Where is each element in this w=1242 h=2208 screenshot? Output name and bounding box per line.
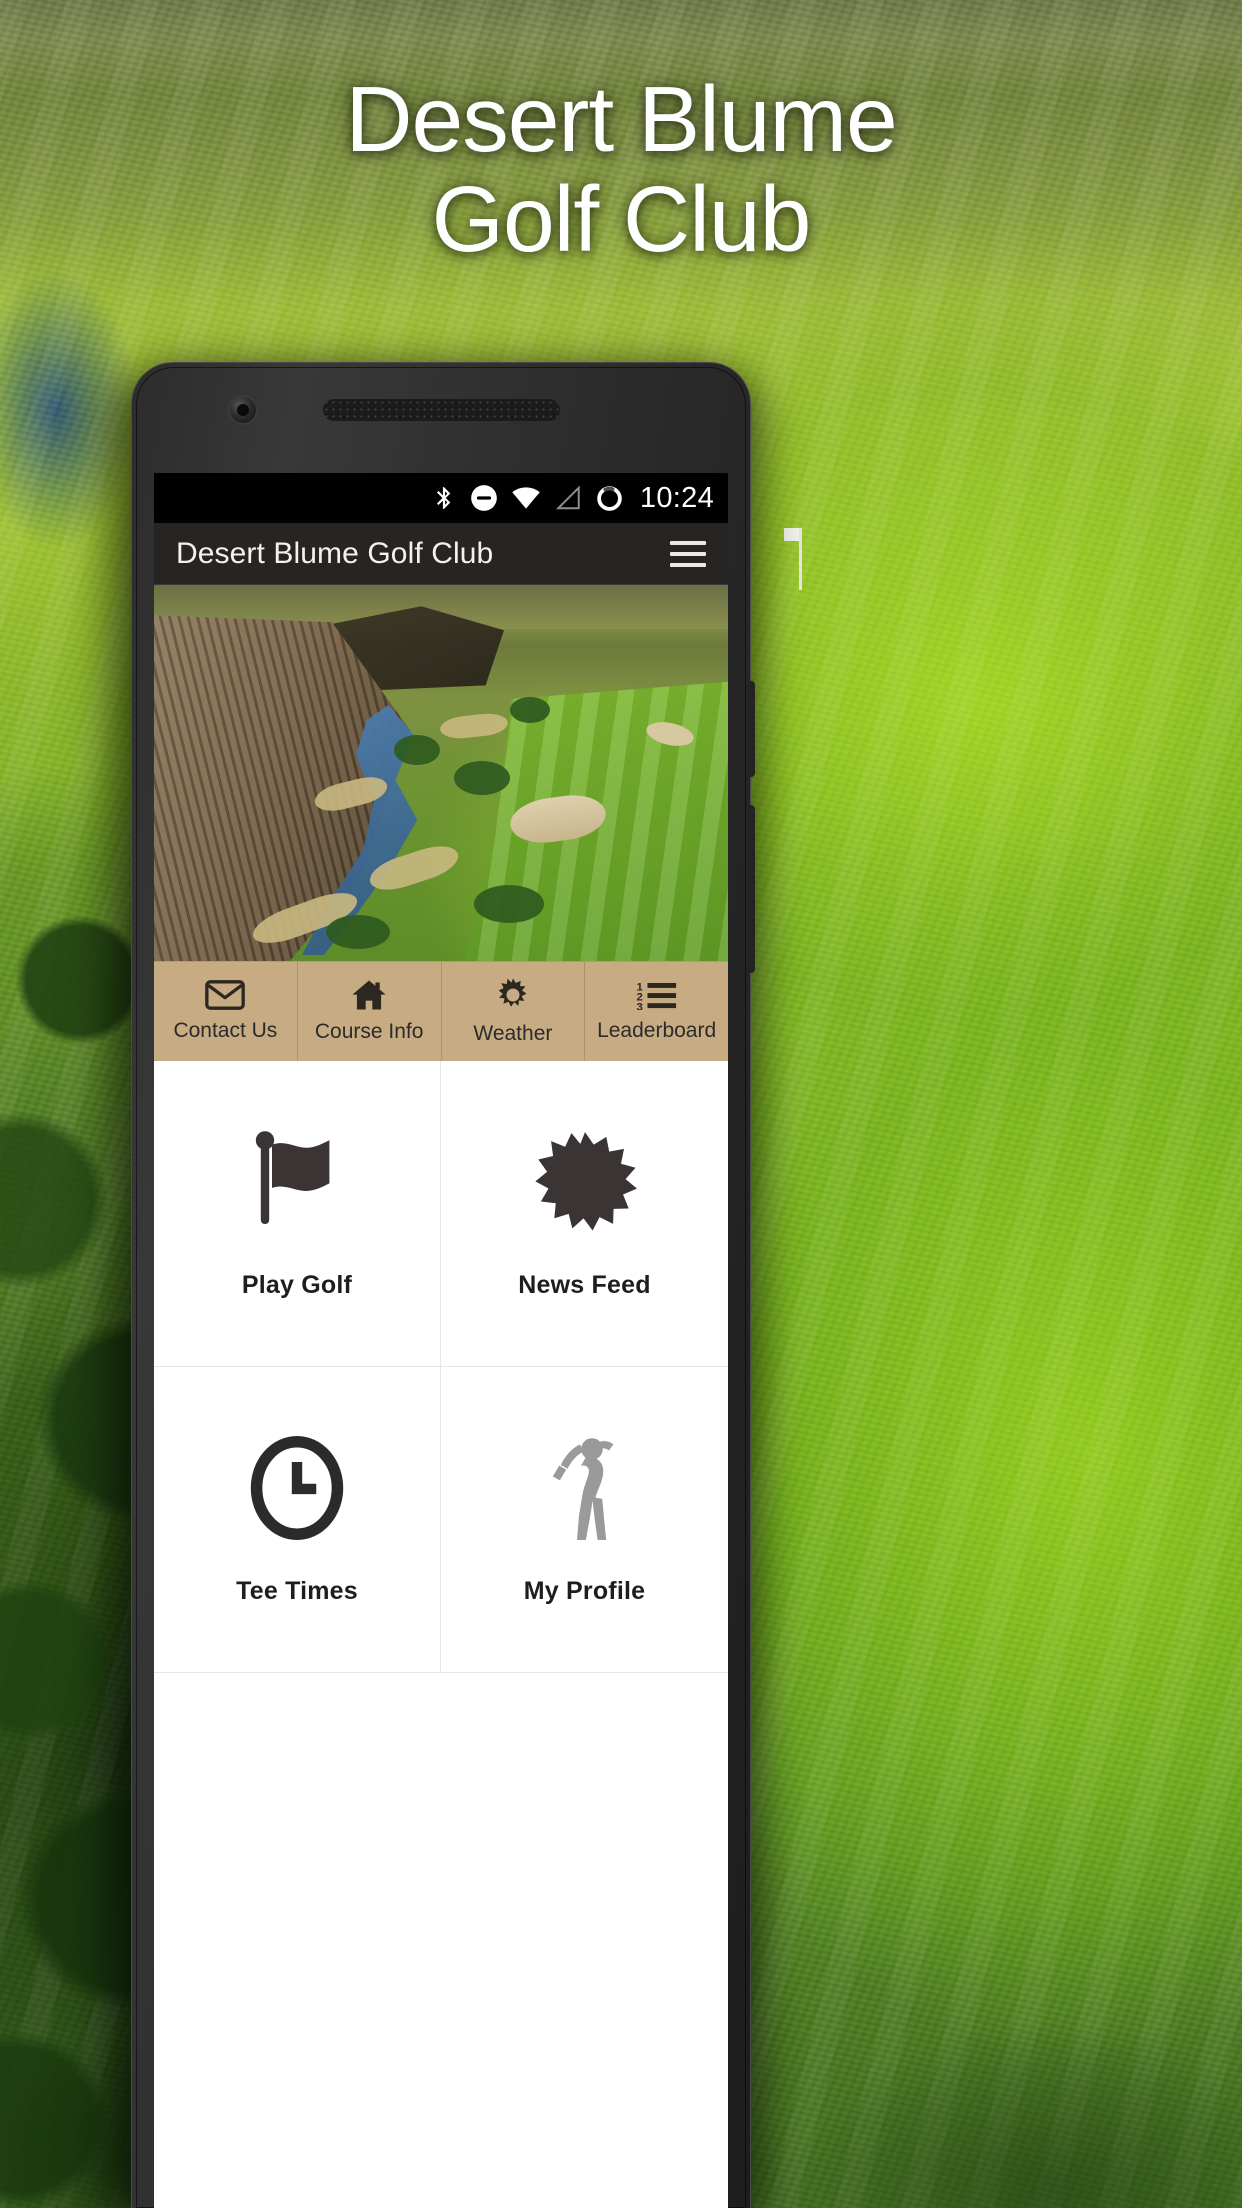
cell-signal-empty-icon: [554, 485, 582, 511]
envelope-icon: [205, 980, 246, 1010]
front-camera-icon: [230, 397, 256, 423]
tile-tee-times[interactable]: Tee Times: [154, 1367, 441, 1673]
bluetooth-icon: [431, 483, 457, 513]
numbered-list-icon: 1 2 3: [636, 980, 678, 1010]
hero-title: Desert Blume Golf Club: [0, 73, 1242, 271]
phone-volume-button[interactable]: [748, 805, 755, 973]
do-not-disturb-icon: [470, 484, 498, 512]
tile-label: My Profile: [523, 1577, 646, 1605]
quick-nav-item-course-info[interactable]: Course Info: [298, 962, 442, 1061]
status-bar: 10:24: [154, 473, 728, 523]
tile-label: News Feed: [518, 1271, 651, 1299]
hero-title-line-2: Golf Club: [431, 166, 812, 271]
phone-mockup: 10:24 Desert Blume Golf Club Contact Us …: [131, 362, 755, 2208]
golf-flag-icon: [251, 1127, 343, 1237]
home-tile-grid: Play Golf News Feed Tee Times My Profile: [154, 1061, 728, 1673]
tile-play-golf[interactable]: Play Golf: [154, 1061, 441, 1367]
tile-news-feed[interactable]: News Feed: [441, 1061, 728, 1367]
course-hero-image: [154, 585, 728, 961]
course-pin-flag-icon: [784, 528, 812, 590]
screen-empty-area: [154, 1673, 728, 2003]
status-bar-clock: 10:24: [639, 481, 714, 514]
hamburger-menu-icon[interactable]: [670, 540, 706, 567]
quick-nav-item-leaderboard[interactable]: 1 2 3 Leaderboard: [585, 962, 728, 1061]
quick-nav-label: Contact Us: [173, 1019, 278, 1042]
quick-nav-item-weather[interactable]: Weather: [442, 962, 586, 1061]
phone-screen: 10:24 Desert Blume Golf Club Contact Us …: [154, 473, 728, 2208]
battery-charging-circle-icon: [595, 484, 624, 513]
earpiece-speaker-grille: [323, 399, 560, 421]
starburst-badge-icon: [533, 1127, 637, 1237]
home-icon: [350, 979, 388, 1011]
svg-text:3: 3: [636, 1002, 642, 1010]
app-bar: Desert Blume Golf Club: [154, 523, 728, 585]
hero-title-line-1: Desert Blume: [345, 67, 897, 171]
clock-icon: [249, 1433, 345, 1543]
quick-nav-item-contact-us[interactable]: Contact Us: [154, 962, 298, 1061]
phone-power-button[interactable]: [748, 681, 755, 777]
tile-label: Tee Times: [236, 1577, 358, 1605]
quick-nav-label: Leaderboard: [597, 1019, 717, 1042]
quick-nav-bar: Contact Us Course Info Weather 1 2 3 Lea…: [154, 961, 728, 1061]
tile-label: Play Golf: [241, 1271, 353, 1299]
golfer-swing-icon: [537, 1433, 633, 1543]
tile-my-profile[interactable]: My Profile: [441, 1367, 728, 1673]
wifi-icon: [511, 485, 541, 511]
quick-nav-label: Course Info: [314, 1020, 424, 1043]
quick-nav-label: Weather: [473, 1022, 553, 1045]
sun-icon: [495, 977, 531, 1013]
app-title: Desert Blume Golf Club: [176, 536, 494, 570]
